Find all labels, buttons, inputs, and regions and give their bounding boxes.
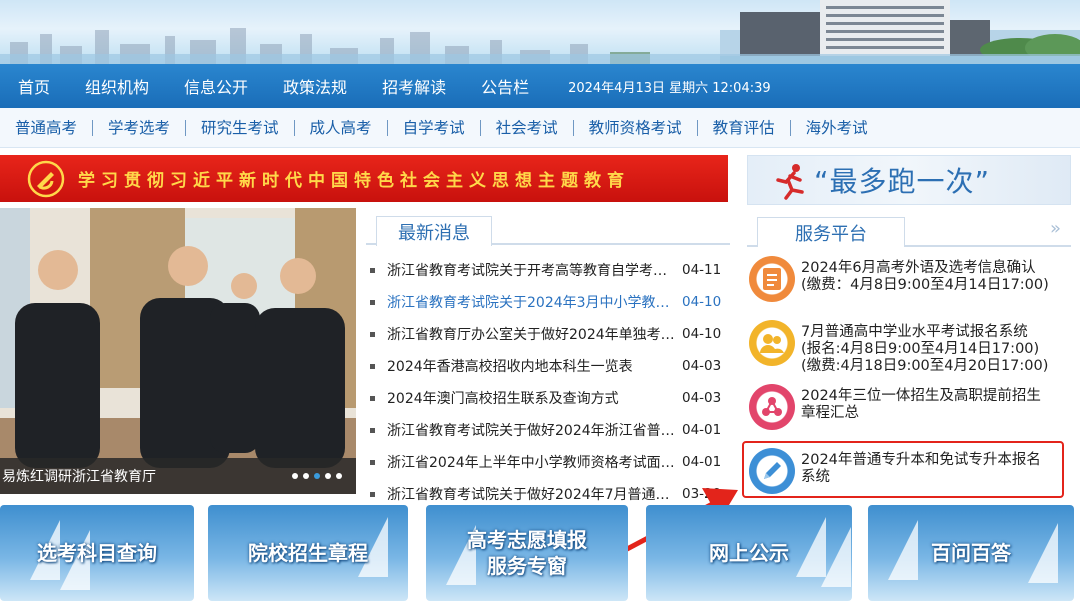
nav-policies[interactable]: 政策法规 bbox=[283, 74, 347, 98]
subnav-general-gaokao[interactable]: 普通高考 bbox=[0, 119, 94, 136]
tile-admission-rules[interactable]: 院校招生章程 bbox=[208, 505, 408, 601]
tile-label: 百问百答 bbox=[931, 541, 1011, 565]
latest-news-panel: 最新消息 浙江省教育考试院关于开考高等教育自学考试新专业的通知04-11浙江省教… bbox=[366, 208, 730, 503]
service-item-academic-registration[interactable]: 7月普通高中学业水平考试报名系统 (报名:4月8日9:00至4月14日17:00… bbox=[747, 320, 1071, 375]
document-icon bbox=[749, 256, 795, 302]
tile-label-line2: 服务专窗 bbox=[487, 554, 567, 578]
nav-exam-interpretation[interactable]: 招考解读 bbox=[382, 74, 446, 98]
service-item-note: (报名:4月8日9:00至4月14日17:00) bbox=[801, 341, 1040, 357]
tile-volunteer-service[interactable]: 高考志愿填报 服务专窗 bbox=[426, 505, 628, 601]
header-banner bbox=[0, 0, 1080, 64]
news-title[interactable]: 2024年澳门高校招生联系及查询方式 bbox=[387, 388, 676, 408]
subnav-social-exam[interactable]: 社会考试 bbox=[481, 119, 574, 136]
bullet-icon bbox=[370, 491, 375, 497]
slider-dots bbox=[292, 473, 342, 479]
news-title[interactable]: 浙江省教育考试院关于做好2024年浙江省普通高校招生 bbox=[387, 420, 676, 440]
bullet-icon bbox=[370, 395, 375, 401]
people-icon bbox=[749, 320, 795, 366]
subnav-education-evaluation[interactable]: 教育评估 bbox=[698, 119, 791, 136]
news-item[interactable]: 浙江省教育厅办公室关于做好2024年单独考试招生工作 04-10 bbox=[366, 318, 730, 350]
news-title[interactable]: 浙江省2024年上半年中小学教师资格考试面试公告 bbox=[387, 452, 676, 472]
news-list: 浙江省教育考试院关于开考高等教育自学考试新专业的通知04-11浙江省教育考试院关… bbox=[366, 254, 730, 510]
tile-label: 网上公示 bbox=[709, 541, 789, 565]
bullet-icon bbox=[370, 331, 375, 337]
news-date: 04-03 bbox=[682, 390, 722, 406]
service-item-note: (缴费:4月18日9:00至4月20日17:00) bbox=[801, 358, 1049, 374]
slider-dot[interactable] bbox=[303, 473, 309, 479]
nav-info-disclosure[interactable]: 信息公开 bbox=[184, 74, 248, 98]
service-item-gaokao-confirmation[interactable]: 2024年6月高考外语及选考信息确认 (缴费：4月8日9:00至4月14日17:… bbox=[747, 256, 1071, 302]
runner-icon bbox=[776, 164, 804, 200]
slider-dot[interactable] bbox=[292, 473, 298, 479]
theme-education-banner[interactable]: 学习贯彻习近平新时代中国特色社会主义思想主题教育 bbox=[0, 155, 728, 202]
tile-online-publicity[interactable]: 网上公示 bbox=[646, 505, 852, 601]
news-title[interactable]: 2024年香港高校招收内地本科生一览表 bbox=[387, 356, 676, 376]
tile-label: 选考科目查询 bbox=[37, 541, 157, 565]
latest-news-tab[interactable]: 最新消息 bbox=[376, 216, 492, 246]
news-item[interactable]: 2024年澳门高校招生联系及查询方式 04-03 bbox=[366, 382, 730, 414]
slider-dot[interactable] bbox=[336, 473, 342, 479]
service-item-title: 2024年6月高考外语及选考信息确认 bbox=[801, 260, 1036, 276]
service-item-three-in-one[interactable]: 2024年三位一体招生及高职提前招生 章程汇总 bbox=[747, 384, 1071, 430]
double-chevron-right-icon[interactable]: » bbox=[1050, 218, 1061, 239]
tile-subject-query[interactable]: 选考科目查询 bbox=[0, 505, 194, 601]
news-title[interactable]: 浙江省教育厅办公室关于做好2024年单独考试招生工作 bbox=[387, 324, 676, 344]
run-once-banner[interactable]: “最多跑一次” bbox=[747, 155, 1071, 205]
tile-label: 院校招生章程 bbox=[248, 541, 368, 565]
sub-nav: 普通高考 学考选考 研究生考试 成人高考 自学考试 社会考试 教师资格考试 教育… bbox=[0, 108, 1080, 148]
subnav-academic-exam[interactable]: 学考选考 bbox=[93, 119, 187, 136]
news-photo-image bbox=[0, 208, 356, 494]
news-date: 04-01 bbox=[682, 422, 722, 438]
news-date: 04-10 bbox=[682, 326, 722, 342]
slider-dot[interactable] bbox=[325, 473, 331, 479]
news-date: 04-03 bbox=[682, 358, 722, 374]
subnav-overseas-exam[interactable]: 海外考试 bbox=[791, 120, 883, 136]
nav-home[interactable]: 首页 bbox=[18, 74, 50, 98]
nav-organization[interactable]: 组织机构 bbox=[85, 74, 149, 98]
current-datetime: 2024年4月13日 星期六 12:04:39 bbox=[568, 80, 771, 96]
highlight-box bbox=[742, 441, 1064, 498]
news-item[interactable]: 2024年香港高校招收内地本科生一览表 04-03 bbox=[366, 350, 730, 382]
bullet-icon bbox=[370, 459, 375, 465]
run-once-text: “最多跑一次” bbox=[814, 165, 991, 198]
tile-label-line1: 高考志愿填报 bbox=[467, 528, 587, 552]
service-item-title-cont: 章程汇总 bbox=[801, 405, 859, 421]
bullet-icon bbox=[370, 299, 375, 305]
news-title[interactable]: 浙江省教育考试院关于开考高等教育自学考试新专业的通知 bbox=[387, 260, 676, 280]
bullet-icon bbox=[370, 427, 375, 433]
service-item-note: (缴费：4月8日9:00至4月14日17:00) bbox=[801, 277, 1049, 293]
news-date: 04-01 bbox=[682, 454, 722, 470]
photo-caption[interactable]: 易炼红调研浙江省教育厅 bbox=[2, 466, 156, 486]
slider-dot-active[interactable] bbox=[314, 473, 320, 479]
service-item-title: 2024年三位一体招生及高职提前招生 bbox=[801, 388, 1041, 404]
subnav-adult-gaokao[interactable]: 成人高考 bbox=[295, 119, 388, 136]
party-emblem-icon bbox=[27, 160, 65, 197]
service-item-title: 7月普通高中学业水平考试报名系统 bbox=[801, 324, 1028, 340]
news-item[interactable]: 浙江省教育考试院关于做好2024年浙江省普通高校招生 04-01 bbox=[366, 414, 730, 446]
theme-education-text: 学习贯彻习近平新时代中国特色社会主义思想主题教育 bbox=[78, 171, 630, 191]
news-item[interactable]: 浙江省教育考试院关于2024年3月中小学教师资格考试 04-10 bbox=[366, 286, 730, 318]
bullet-icon bbox=[370, 267, 375, 273]
nav-bulletin[interactable]: 公告栏 bbox=[481, 74, 529, 98]
subnav-graduate-exam[interactable]: 研究生考试 bbox=[186, 119, 295, 136]
main-nav: 首页 组织机构 信息公开 政策法规 招考解读 公告栏 2024年4月13日 星期… bbox=[0, 64, 1080, 108]
subnav-teacher-qualification[interactable]: 教师资格考试 bbox=[574, 119, 698, 136]
tile-faq[interactable]: 百问百答 bbox=[868, 505, 1074, 601]
tile-label: 高考志愿填报 服务专窗 bbox=[467, 527, 587, 579]
news-date: 04-11 bbox=[682, 262, 722, 278]
news-item[interactable]: 浙江省2024年上半年中小学教师资格考试面试公告 04-01 bbox=[366, 446, 730, 478]
service-platform-tab[interactable]: 服务平台 bbox=[757, 217, 905, 247]
news-title[interactable]: 浙江省教育考试院关于2024年3月中小学教师资格考试 bbox=[387, 292, 676, 312]
news-item[interactable]: 浙江省教育考试院关于开考高等教育自学考试新专业的通知 04-11 bbox=[366, 254, 730, 286]
network-icon bbox=[749, 384, 795, 430]
subnav-self-study-exam[interactable]: 自学考试 bbox=[388, 119, 481, 136]
news-photo-slider[interactable]: 易炼红调研浙江省教育厅 bbox=[0, 208, 356, 494]
bullet-icon bbox=[370, 363, 375, 369]
news-date: 04-10 bbox=[682, 294, 722, 310]
